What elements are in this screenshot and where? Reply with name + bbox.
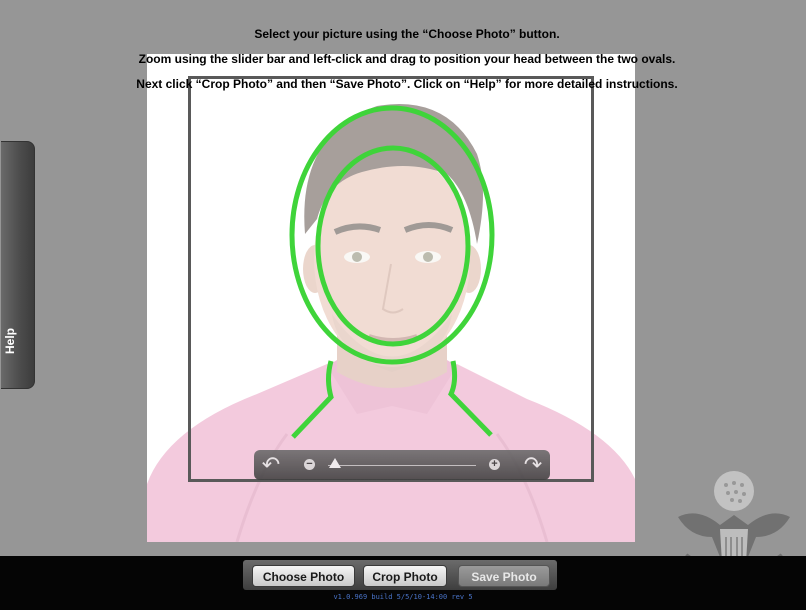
zoom-slider-track[interactable] bbox=[328, 465, 476, 466]
zoom-in-icon[interactable]: + bbox=[489, 459, 500, 470]
crop-frame[interactable]: ↶ − + ↷ bbox=[188, 76, 594, 482]
toolbar: Choose Photo Crop Photo Save Photo v1.0.… bbox=[0, 556, 806, 610]
zoom-slider-thumb[interactable] bbox=[329, 458, 342, 468]
head-guide-ovals bbox=[289, 105, 495, 439]
inner-guide-oval bbox=[315, 145, 471, 347]
instruction-line-1: Select your picture using the “Choose Ph… bbox=[254, 27, 560, 41]
save-photo-button[interactable]: Save Photo bbox=[458, 565, 550, 587]
help-tab[interactable]: Help bbox=[1, 141, 35, 389]
version-text: v1.0.969 build 5/5/10-14:00 rev 5 bbox=[333, 593, 473, 601]
help-tab-label: Help bbox=[3, 327, 17, 354]
button-group: Choose Photo Crop Photo Save Photo bbox=[243, 560, 557, 590]
shoulder-guide-left bbox=[291, 360, 334, 439]
shoulder-guide-right bbox=[448, 360, 493, 437]
crop-photo-button[interactable]: Crop Photo bbox=[363, 565, 447, 587]
choose-photo-button[interactable]: Choose Photo bbox=[252, 565, 355, 587]
zoom-out-icon[interactable]: − bbox=[304, 459, 315, 470]
rotate-right-icon[interactable]: ↷ bbox=[522, 453, 544, 477]
rotate-left-icon[interactable]: ↶ bbox=[260, 453, 282, 477]
zoom-control-bar: ↶ − + ↷ bbox=[254, 450, 550, 480]
